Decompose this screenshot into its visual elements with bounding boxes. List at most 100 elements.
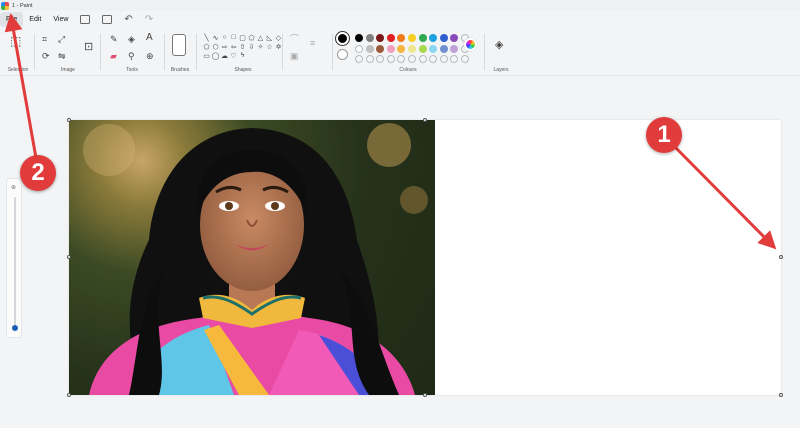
- canvas-resize-handle[interactable]: [67, 255, 71, 259]
- drawing-canvas[interactable]: [67, 118, 783, 397]
- triangle-shape-icon[interactable]: △: [256, 33, 265, 42]
- redo-icon[interactable]: ↷: [145, 15, 153, 25]
- arrow-up-shape-icon[interactable]: ⇧: [238, 42, 247, 51]
- palette-colour-swatch[interactable]: [460, 55, 469, 63]
- flip-icon[interactable]: ⇋: [58, 51, 66, 61]
- star5-shape-icon[interactable]: ☆: [265, 42, 274, 51]
- selection-icon[interactable]: ⬚: [10, 35, 21, 47]
- palette-colour-swatch[interactable]: [450, 34, 459, 42]
- callout-cloud-shape-icon[interactable]: ☁: [220, 51, 229, 60]
- arrow-right-shape-icon[interactable]: ⇨: [220, 42, 229, 51]
- size-icon[interactable]: ≡: [310, 38, 315, 48]
- palette-colour-swatch[interactable]: [407, 34, 416, 42]
- palette-colour-swatch[interactable]: [397, 55, 406, 63]
- brush-icon[interactable]: [172, 34, 186, 56]
- group-label-image: Image: [61, 67, 75, 73]
- lightning-shape-icon[interactable]: ϟ: [238, 51, 247, 60]
- rectangle-shape-icon[interactable]: □: [229, 33, 238, 42]
- canvas-resize-handle[interactable]: [67, 393, 71, 397]
- zoom-slider-track[interactable]: [14, 197, 16, 327]
- color-picker-icon[interactable]: ⚲: [128, 51, 135, 61]
- palette-colour-swatch[interactable]: [355, 34, 363, 42]
- resize-icon[interactable]: ⤢: [58, 34, 65, 44]
- palette-colour-swatch[interactable]: [365, 34, 374, 42]
- callout-rect-shape-icon[interactable]: ▭: [202, 51, 211, 60]
- palette-colour-swatch[interactable]: [355, 55, 363, 63]
- pentagon-shape-icon[interactable]: ⬠: [202, 42, 211, 51]
- callout-oval-shape-icon[interactable]: ◯: [211, 51, 220, 60]
- canvas-resize-handle[interactable]: [423, 393, 427, 397]
- arrow-left-shape-icon[interactable]: ⇦: [229, 42, 238, 51]
- fill-icon[interactable]: ◈: [128, 34, 135, 44]
- palette-colour-swatch[interactable]: [439, 34, 448, 42]
- image-select-icon[interactable]: ⊡: [84, 42, 93, 53]
- pencil-icon[interactable]: ✎: [110, 34, 118, 44]
- menu-edit[interactable]: Edit: [23, 12, 47, 27]
- canvas-resize-handle[interactable]: [67, 118, 71, 122]
- palette-colour-swatch[interactable]: [418, 44, 427, 53]
- palette-colour-swatch[interactable]: [407, 55, 416, 63]
- palette-colour-swatch[interactable]: [376, 34, 385, 42]
- secondary-colour-swatch[interactable]: [337, 49, 348, 60]
- menu-view[interactable]: View: [47, 12, 74, 27]
- oval-shape-icon[interactable]: ○: [220, 33, 229, 42]
- palette-colour-swatch[interactable]: [418, 55, 427, 63]
- canvas-resize-handle-right[interactable]: [779, 255, 783, 259]
- rotate-icon[interactable]: ⟳: [42, 51, 50, 61]
- edit-colours-icon[interactable]: [464, 38, 477, 51]
- polygon-shape-icon[interactable]: ⬠: [247, 33, 256, 42]
- palette-colour-swatch[interactable]: [397, 44, 406, 53]
- palette-colour-swatch[interactable]: [386, 34, 395, 42]
- palette-colour-swatch[interactable]: [355, 44, 363, 53]
- palette-colour-swatch[interactable]: [376, 44, 385, 53]
- line-shape-icon[interactable]: ╲: [202, 33, 211, 42]
- palette-colour-swatch[interactable]: [365, 44, 374, 53]
- undo-icon[interactable]: ↶: [124, 15, 132, 25]
- paint-app-icon: [1, 1, 9, 10]
- group-label-tools: Tools: [126, 67, 138, 73]
- layers-icon[interactable]: ◈: [495, 40, 503, 51]
- curve-shape-icon[interactable]: ∿: [211, 33, 220, 42]
- magnifier-icon[interactable]: ⊕: [146, 51, 154, 61]
- text-icon[interactable]: A: [146, 33, 153, 43]
- palette-colour-swatch[interactable]: [365, 55, 374, 63]
- zoom-slider-thumb[interactable]: [12, 325, 18, 331]
- primary-colour-swatch[interactable]: [335, 31, 350, 46]
- palette-colour-swatch[interactable]: [397, 34, 406, 42]
- portrait-photo: [69, 120, 435, 395]
- group-brushes: Brushes: [166, 28, 194, 76]
- palette-colour-swatch[interactable]: [376, 55, 385, 63]
- hexagon-shape-icon[interactable]: ⬡: [211, 42, 220, 51]
- crop-icon[interactable]: ⌗: [42, 34, 47, 44]
- rounded-rectangle-shape-icon[interactable]: ▢: [238, 33, 247, 42]
- eraser-icon[interactable]: ▰: [110, 51, 117, 61]
- palette-colour-swatch[interactable]: [439, 44, 448, 53]
- group-image: ⌗ ⤢ ⟳ ⇋ ⊡ Image: [36, 28, 100, 76]
- ribbon-separator: [196, 34, 197, 70]
- palette-colour-swatch[interactable]: [386, 44, 395, 53]
- ribbon-separator: [282, 34, 283, 70]
- canvas-resize-handle[interactable]: [423, 118, 427, 122]
- step-badge-1: 1: [646, 117, 682, 153]
- palette-colour-swatch[interactable]: [450, 55, 459, 63]
- palette-colour-swatch[interactable]: [418, 34, 427, 42]
- right-triangle-shape-icon[interactable]: ◺: [265, 33, 274, 42]
- heart-shape-icon[interactable]: ♡: [229, 51, 238, 60]
- palette-colour-swatch[interactable]: [386, 55, 395, 63]
- palette-colour-swatch[interactable]: [407, 44, 416, 53]
- canvas-resize-handle[interactable]: [779, 393, 783, 397]
- share-icon[interactable]: [102, 15, 113, 24]
- palette-colour-swatch[interactable]: [450, 44, 459, 53]
- star4-shape-icon[interactable]: ✧: [256, 42, 265, 51]
- save-icon[interactable]: [80, 15, 91, 24]
- arrow-down-shape-icon[interactable]: ⇩: [247, 42, 256, 51]
- palette-colour-swatch[interactable]: [429, 55, 438, 63]
- palette-colour-swatch[interactable]: [429, 34, 438, 42]
- outline-icon[interactable]: ⌒: [290, 34, 299, 44]
- step-badge-2: 2: [20, 155, 56, 191]
- palette-colour-swatch[interactable]: [439, 55, 448, 63]
- palette-colour-swatch[interactable]: [429, 44, 438, 53]
- group-label-selection: Selection: [7, 67, 29, 73]
- menu-file[interactable]: File: [0, 12, 24, 27]
- shape-fill-icon[interactable]: ▣: [290, 51, 299, 61]
